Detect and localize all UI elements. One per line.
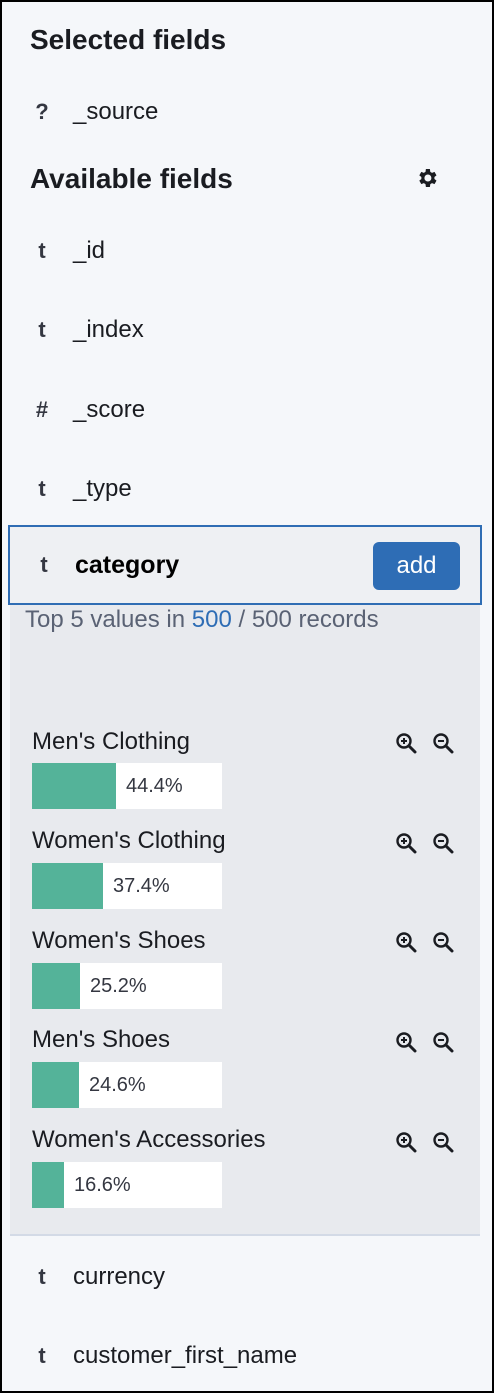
zoom-out-icon[interactable]: [432, 1031, 454, 1053]
summary-count-link[interactable]: 500: [192, 606, 232, 633]
field-row-type[interactable]: t _type: [2, 464, 492, 514]
string-type-icon: t: [38, 238, 46, 263]
field-row-customer-first-name[interactable]: t customer_first_name: [2, 1331, 492, 1381]
value-bar: 37.4%: [32, 863, 222, 909]
value-bar-fill: [32, 1162, 64, 1208]
field-row-score[interactable]: # _score: [2, 385, 492, 435]
field-row-id[interactable]: t _id: [2, 226, 492, 276]
field-name: category: [75, 550, 180, 579]
zoom-in-icon[interactable]: [395, 1131, 417, 1153]
value-bar-fill: [32, 963, 80, 1009]
string-type-icon: t: [38, 1343, 46, 1368]
value-bar: 16.6%: [32, 1162, 222, 1208]
field-name: _id: [73, 237, 106, 264]
field-name: _score: [73, 396, 146, 423]
field-name: _source: [73, 98, 159, 125]
string-type-icon: t: [40, 552, 48, 577]
value-bar-fill: [32, 1062, 79, 1108]
summary-total: / 500 records: [238, 606, 379, 633]
summary-prefix: Top 5 values in: [25, 606, 186, 633]
value-percent: 25.2%: [90, 975, 147, 997]
value-label: Women's Accessories: [32, 1126, 266, 1153]
value-bar: 44.4%: [32, 763, 222, 809]
value-bar-fill: [32, 863, 103, 909]
zoom-in-icon[interactable]: [395, 1031, 417, 1053]
field-row-source[interactable]: ? _source: [2, 87, 492, 137]
zoom-in-icon[interactable]: [395, 732, 417, 754]
zoom-in-icon[interactable]: [395, 931, 417, 953]
zoom-out-icon[interactable]: [432, 832, 454, 854]
field-row-index[interactable]: t _index: [2, 305, 492, 355]
field-name: customer_first_name: [73, 1342, 298, 1369]
zoom-out-icon[interactable]: [432, 732, 454, 754]
gear-icon[interactable]: [415, 166, 439, 190]
field-name: currency: [73, 1263, 166, 1290]
value-label: Men's Shoes: [32, 1026, 170, 1053]
value-label: Women's Clothing: [32, 827, 226, 854]
field-row-currency[interactable]: t currency: [2, 1252, 492, 1302]
selected-fields-heading: Selected fields: [30, 24, 227, 55]
field-name: _type: [73, 475, 132, 502]
zoom-out-icon[interactable]: [432, 1131, 454, 1153]
value-percent: 44.4%: [126, 775, 183, 797]
zoom-in-icon[interactable]: [395, 832, 417, 854]
value-label: Men's Clothing: [32, 728, 190, 755]
string-type-icon: t: [38, 317, 46, 342]
field-name: _index: [73, 316, 144, 343]
top-values-summary: Top 5 values in 500 / 500 records: [25, 598, 385, 642]
add-field-button[interactable]: add: [373, 542, 460, 590]
field-sidebar: Selected fields ? _source Available fiel…: [0, 0, 494, 1393]
divider: [10, 1234, 480, 1236]
value-bar: 24.6%: [32, 1062, 222, 1108]
value-bar: 25.2%: [32, 963, 222, 1009]
zoom-out-icon[interactable]: [432, 931, 454, 953]
field-row-category[interactable]: t category add: [8, 525, 482, 605]
value-label: Women's Shoes: [32, 927, 206, 954]
number-type-icon: #: [35, 397, 49, 422]
value-percent: 37.4%: [113, 875, 170, 897]
value-percent: 24.6%: [89, 1074, 146, 1096]
string-type-icon: t: [38, 476, 46, 501]
unknown-type-icon: ?: [35, 99, 49, 124]
available-fields-heading: Available fields: [30, 163, 233, 194]
value-bar-fill: [32, 763, 116, 809]
string-type-icon: t: [38, 1264, 46, 1289]
value-percent: 16.6%: [74, 1174, 131, 1196]
